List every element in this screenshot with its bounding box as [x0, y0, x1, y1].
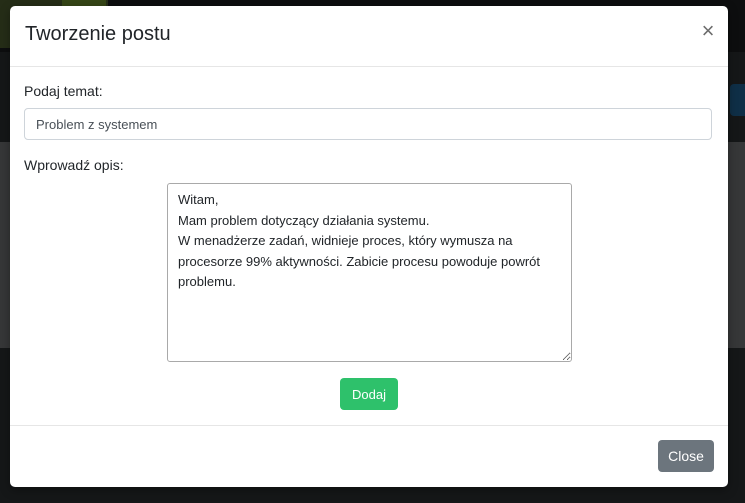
description-label: Wprowadź opis:: [24, 157, 124, 173]
topic-input[interactable]: [24, 108, 712, 140]
modal-title: Tworzenie postu: [25, 23, 171, 45]
close-button[interactable]: Close: [658, 440, 714, 472]
add-button[interactable]: Dodaj: [340, 378, 398, 410]
close-icon[interactable]: ×: [698, 19, 718, 43]
modal-body: Podaj temat: Wprowadź opis: Witam, Mam p…: [10, 67, 728, 425]
topic-label: Podaj temat:: [24, 83, 103, 99]
create-post-modal: Tworzenie postu × Podaj temat: Wprowadź …: [10, 6, 728, 487]
description-textarea[interactable]: Witam, Mam problem dotyczący działania s…: [167, 183, 572, 362]
modal-footer: Close: [10, 425, 728, 487]
modal-header: Tworzenie postu ×: [10, 6, 728, 67]
